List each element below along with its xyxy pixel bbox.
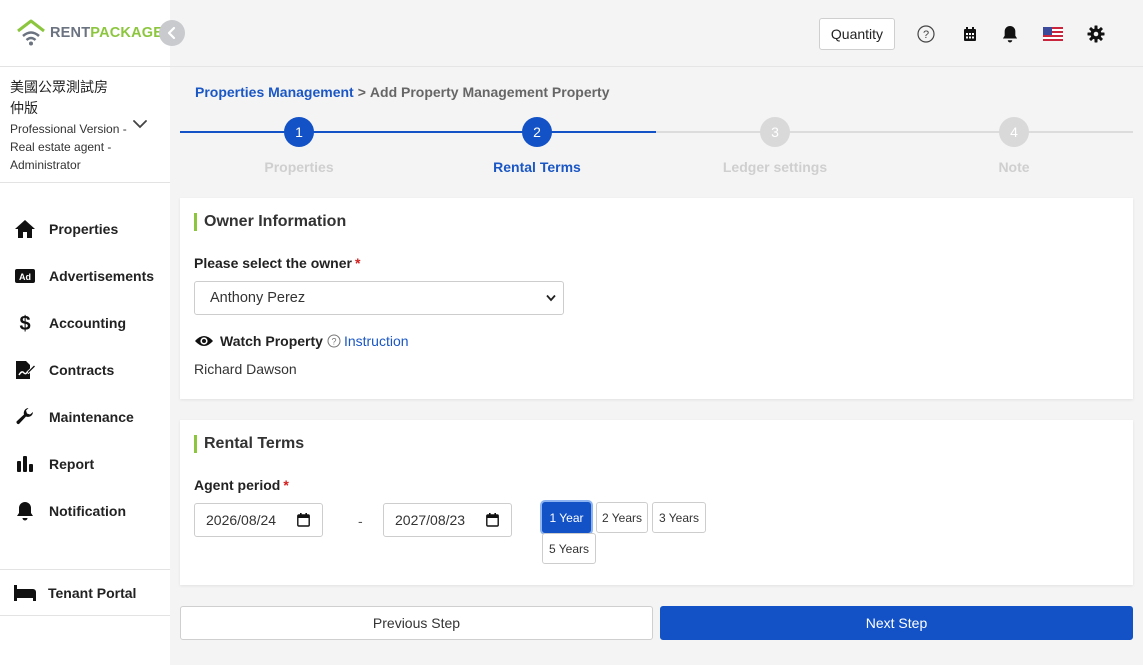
dollar-icon: $ xyxy=(14,313,36,334)
calendar-icon[interactable] xyxy=(297,513,310,527)
sidebar-item-notification[interactable]: Notification xyxy=(0,491,170,531)
previous-step-button[interactable]: Previous Step xyxy=(180,606,653,640)
svg-text:Ad: Ad xyxy=(19,272,31,282)
bell-icon xyxy=(14,501,36,521)
svg-text:$: $ xyxy=(19,313,30,334)
account-name: 美國公眾測試房仲版 xyxy=(10,79,108,116)
breadcrumb-separator: > xyxy=(357,84,366,100)
step-4-label: Note xyxy=(998,159,1030,175)
start-date-input[interactable]: 2026/08/24 xyxy=(194,503,323,537)
watch-property-label: Watch Property xyxy=(220,333,323,349)
bar-chart-icon xyxy=(14,454,36,474)
breadcrumb: Properties Management > Add Property Manag… xyxy=(195,84,610,100)
account-role: Professional Version - Real estate agent… xyxy=(10,122,127,172)
end-date-value: 2027/08/23 xyxy=(395,512,466,528)
sidebar-item-tenant-portal[interactable]: Tenant Portal xyxy=(0,569,170,616)
step-2-label: Rental Terms xyxy=(493,159,581,175)
eye-icon xyxy=(195,336,213,346)
contract-icon xyxy=(14,360,36,380)
start-date-value: 2026/08/24 xyxy=(206,512,277,528)
period-1-year-button[interactable]: 1 Year xyxy=(542,502,591,533)
progress-stepper: 1 2 3 4 Properties Rental Terms Ledger s… xyxy=(180,116,1133,180)
stepper-line-complete xyxy=(180,131,656,133)
period-2-years-button[interactable]: 2 Years xyxy=(596,502,648,533)
sidebar: RENT PACKAGE 美國公眾測試房仲版 Professional Versi… xyxy=(0,0,185,665)
sidebar-item-label: Tenant Portal xyxy=(48,585,137,601)
sidebar-item-label: Report xyxy=(49,456,95,472)
chevron-left-icon xyxy=(167,27,176,39)
sidebar-item-label: Contracts xyxy=(49,362,115,378)
date-range-separator: - xyxy=(358,513,363,529)
sidebar-item-report[interactable]: Report xyxy=(0,444,170,484)
breadcrumb-current: Add Property Management Property xyxy=(369,84,610,100)
sidebar-item-properties[interactable]: Properties xyxy=(0,209,170,249)
calendar-icon[interactable] xyxy=(486,513,499,527)
owner-select[interactable]: Anthony Perez xyxy=(194,281,564,315)
breadcrumb-properties-management-link[interactable]: Properties Management xyxy=(195,84,354,100)
chevron-down-icon xyxy=(546,294,556,302)
rental-terms-card: Rental Terms Agent period * 2026/08/24 - … xyxy=(180,420,1133,585)
rental-terms-title: Rental Terms xyxy=(194,435,304,453)
end-date-input[interactable]: 2027/08/23 xyxy=(383,503,512,537)
period-3-years-button[interactable]: 3 Years xyxy=(652,502,706,533)
svg-text:?: ? xyxy=(331,336,336,346)
step-1-circle[interactable]: 1 xyxy=(284,117,314,147)
step-3-label: Ledger settings xyxy=(722,159,828,175)
sidebar-item-label: Advertisements xyxy=(49,268,155,284)
account-switcher[interactable]: 美國公眾測試房仲版 Professional Version - Real es… xyxy=(0,66,170,183)
home-icon xyxy=(14,219,36,239)
wrench-icon xyxy=(14,407,36,427)
top-header: Quantity ? xyxy=(170,0,1143,67)
us-flag-icon[interactable] xyxy=(1043,24,1063,44)
owner-select-label-text: Please select the owner xyxy=(194,255,352,271)
watcher-name: Richard Dawson xyxy=(194,361,297,377)
period-5-years-button[interactable]: 5 Years xyxy=(542,533,596,564)
instruction-link[interactable]: Instruction xyxy=(344,333,409,349)
required-mark: * xyxy=(354,255,361,271)
bed-icon xyxy=(13,584,37,607)
sidebar-item-accounting[interactable]: $ Accounting xyxy=(0,303,170,343)
watch-property-row: Watch Property ? Instruction xyxy=(194,331,409,351)
step-4-circle[interactable]: 4 xyxy=(999,117,1029,147)
step-3-circle[interactable]: 3 xyxy=(760,117,790,147)
sidebar-item-advertisements[interactable]: Ad Advertisements xyxy=(0,256,170,296)
step-1-label: Properties xyxy=(264,159,334,175)
sidebar-item-label: Notification xyxy=(49,503,126,519)
sidebar-item-label: Maintenance xyxy=(49,409,134,425)
sidebar-item-maintenance[interactable]: Maintenance xyxy=(0,397,170,437)
next-step-button[interactable]: Next Step xyxy=(660,606,1133,640)
help-icon[interactable]: ? xyxy=(916,24,936,44)
gear-icon[interactable] xyxy=(1086,24,1106,44)
brand-package: PACKAGE xyxy=(90,25,164,41)
owner-information-title: Owner Information xyxy=(194,213,346,231)
stepper-line-pending xyxy=(656,131,1133,133)
owner-select-label: Please select the owner * xyxy=(194,255,360,271)
agent-period-label: Agent period * xyxy=(194,477,289,493)
agent-period-label-text: Agent period xyxy=(194,477,281,493)
sidebar-item-label: Accounting xyxy=(49,315,126,331)
chevron-down-icon xyxy=(133,120,147,129)
quantity-button[interactable]: Quantity xyxy=(819,18,895,50)
step-2-circle[interactable]: 2 xyxy=(522,117,552,147)
svg-text:?: ? xyxy=(923,29,929,41)
brand-rent: RENT xyxy=(50,25,91,41)
sidebar-item-contracts[interactable]: Contracts xyxy=(0,350,170,390)
collapse-sidebar-button[interactable] xyxy=(159,20,185,46)
owner-select-value: Anthony Perez xyxy=(210,290,306,306)
calendar-icon[interactable] xyxy=(960,24,980,44)
bell-icon[interactable] xyxy=(1000,24,1020,44)
ad-icon: Ad xyxy=(14,266,36,286)
help-icon[interactable]: ? xyxy=(327,334,341,348)
wifi-house-logo-icon xyxy=(17,19,45,46)
brand-logo[interactable]: RENT PACKAGE xyxy=(16,18,163,48)
required-mark: * xyxy=(283,477,289,493)
owner-information-card: Owner Information Please select the owne… xyxy=(180,198,1133,399)
sidebar-item-label: Properties xyxy=(49,221,119,237)
